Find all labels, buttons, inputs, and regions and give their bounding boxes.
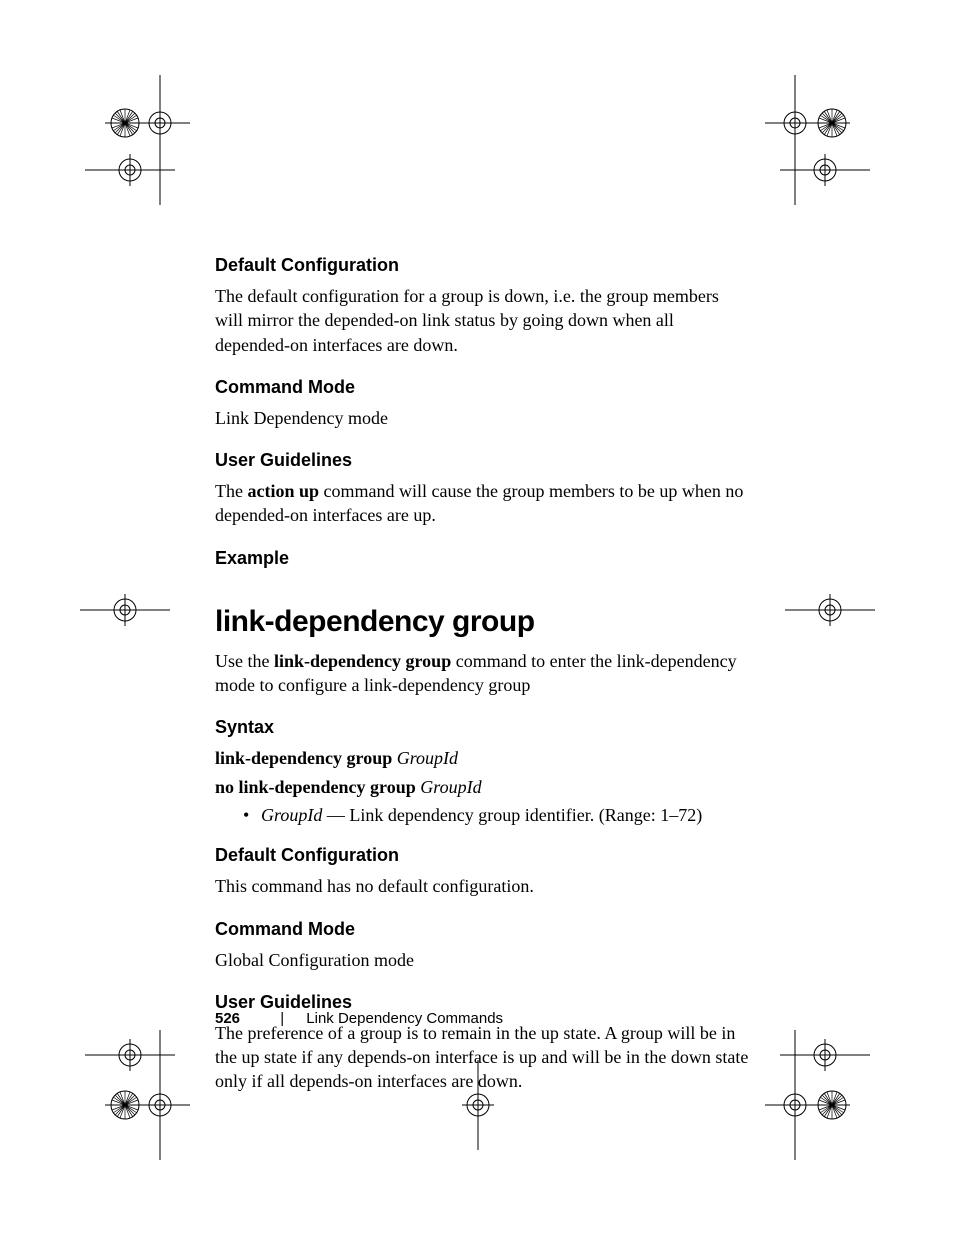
- intro-bold: link-dependency group: [274, 651, 451, 671]
- command-title: link-dependency group: [215, 605, 750, 639]
- heading-user-guidelines-1: User Guidelines: [215, 450, 750, 471]
- heading-command-mode-2: Command Mode: [215, 919, 750, 940]
- para-user-guidelines-1: The action up command will cause the gro…: [215, 479, 750, 528]
- heading-command-mode-1: Command Mode: [215, 377, 750, 398]
- para-user-guidelines-2: The preference of a group is to remain i…: [215, 1021, 750, 1094]
- bullet-icon: •: [243, 803, 261, 827]
- syntax2-bold: no link-dependency group: [215, 777, 420, 797]
- intro-pre: Use the: [215, 651, 274, 671]
- para-default-config-1: The default configuration for a group is…: [215, 284, 750, 357]
- text-column: Default Configuration The default config…: [215, 255, 750, 1114]
- heading-example: Example: [215, 548, 750, 569]
- syntax-bullet: •GroupId — Link dependency group identif…: [243, 803, 750, 827]
- syntax-line-1: link-dependency group GroupId: [215, 746, 750, 770]
- bullet-ital: GroupId: [261, 805, 322, 825]
- syntax1-ital: GroupId: [397, 748, 458, 768]
- page: Default Configuration The default config…: [0, 0, 954, 1235]
- page-footer: 526 | Link Dependency Commands: [215, 1010, 503, 1027]
- page-number: 526: [215, 1010, 240, 1027]
- heading-default-config-2: Default Configuration: [215, 845, 750, 866]
- para-command-intro: Use the link-dependency group command to…: [215, 649, 750, 698]
- syntax-line-2: no link-dependency group GroupId: [215, 775, 750, 799]
- para-command-mode-2: Global Configuration mode: [215, 948, 750, 972]
- bullet-rest: — Link dependency group identifier. (Ran…: [322, 805, 702, 825]
- footer-separator: |: [280, 1010, 284, 1027]
- footer-chapter: Link Dependency Commands: [306, 1010, 503, 1027]
- ug1-pre: The: [215, 481, 247, 501]
- syntax2-ital: GroupId: [420, 777, 481, 797]
- para-command-mode-1: Link Dependency mode: [215, 406, 750, 430]
- para-default-config-2: This command has no default configuratio…: [215, 874, 750, 898]
- heading-syntax: Syntax: [215, 717, 750, 738]
- heading-default-config-1: Default Configuration: [215, 255, 750, 276]
- ug1-bold: action up: [247, 481, 319, 501]
- syntax1-bold: link-dependency group: [215, 748, 397, 768]
